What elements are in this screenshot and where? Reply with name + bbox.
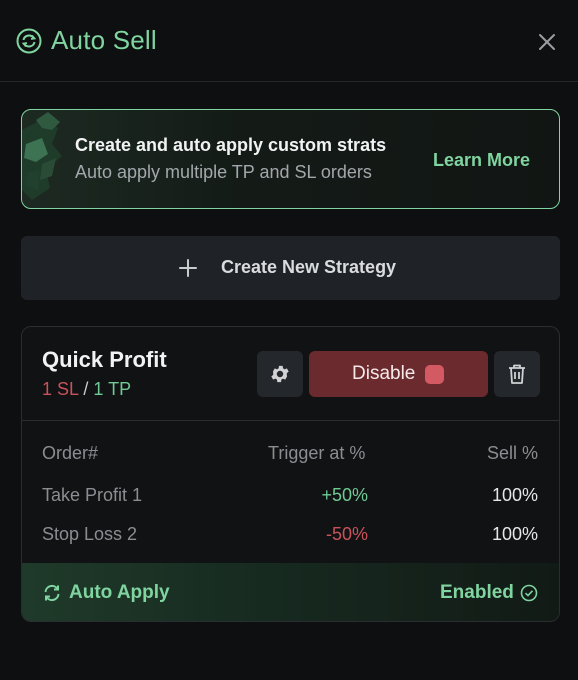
row-sell-value: 100% — [491, 524, 538, 544]
promo-title: Create and auto apply custom strats — [75, 135, 387, 155]
disable-label: Disable — [352, 363, 416, 384]
create-new-strategy-button[interactable]: Create New Strategy — [21, 236, 560, 300]
learn-more-link[interactable]: Learn More — [433, 150, 530, 171]
row-trigger-value: +50% — [321, 485, 368, 505]
plus-icon — [179, 259, 197, 277]
enabled-status: Enabled — [440, 582, 514, 603]
sl-count: 1 SL — [42, 379, 79, 399]
disable-button[interactable]: Disable — [309, 351, 488, 397]
bull-illustration-icon — [22, 112, 62, 200]
column-header-trigger: Trigger at % — [268, 443, 366, 463]
strategy-order-counts: 1 SL / 1 TP — [42, 379, 131, 400]
refresh-circle-icon — [16, 28, 42, 54]
auto-apply-toggle[interactable]: Auto Apply — [69, 582, 170, 604]
tp-count: 1 TP — [93, 379, 132, 399]
count-separator: / — [83, 379, 89, 399]
row-order-name: Stop Loss 2 — [42, 524, 138, 544]
promo-banner: Create and auto apply custom strats Auto… — [21, 109, 560, 209]
promo-subtitle: Auto apply multiple TP and SL orders — [75, 162, 372, 182]
page-title: Auto Sell — [51, 25, 157, 55]
refresh-icon — [44, 584, 60, 602]
card-divider — [22, 420, 559, 421]
strategy-name: Quick Profit — [42, 347, 167, 372]
stop-icon — [425, 365, 444, 384]
trash-icon — [509, 364, 525, 384]
row-sell-value: 100% — [491, 485, 538, 505]
column-header-order: Order# — [42, 443, 99, 463]
delete-strategy-button[interactable] — [494, 351, 540, 397]
check-circle-icon — [520, 584, 538, 602]
header: Auto Sell — [0, 0, 578, 82]
create-new-strategy-label: Create New Strategy — [221, 257, 397, 277]
close-icon[interactable] — [533, 28, 561, 56]
column-header-sell: Sell % — [486, 443, 538, 463]
row-order-name: Take Profit 1 — [42, 485, 143, 505]
row-trigger-value: -50% — [325, 524, 368, 544]
gear-icon — [271, 365, 289, 383]
strategy-card: Quick Profit 1 SL / 1 TP Disable Order# … — [21, 326, 560, 622]
strategy-footer: Auto Apply Enabled — [22, 563, 559, 621]
strategy-settings-button[interactable] — [257, 351, 303, 397]
